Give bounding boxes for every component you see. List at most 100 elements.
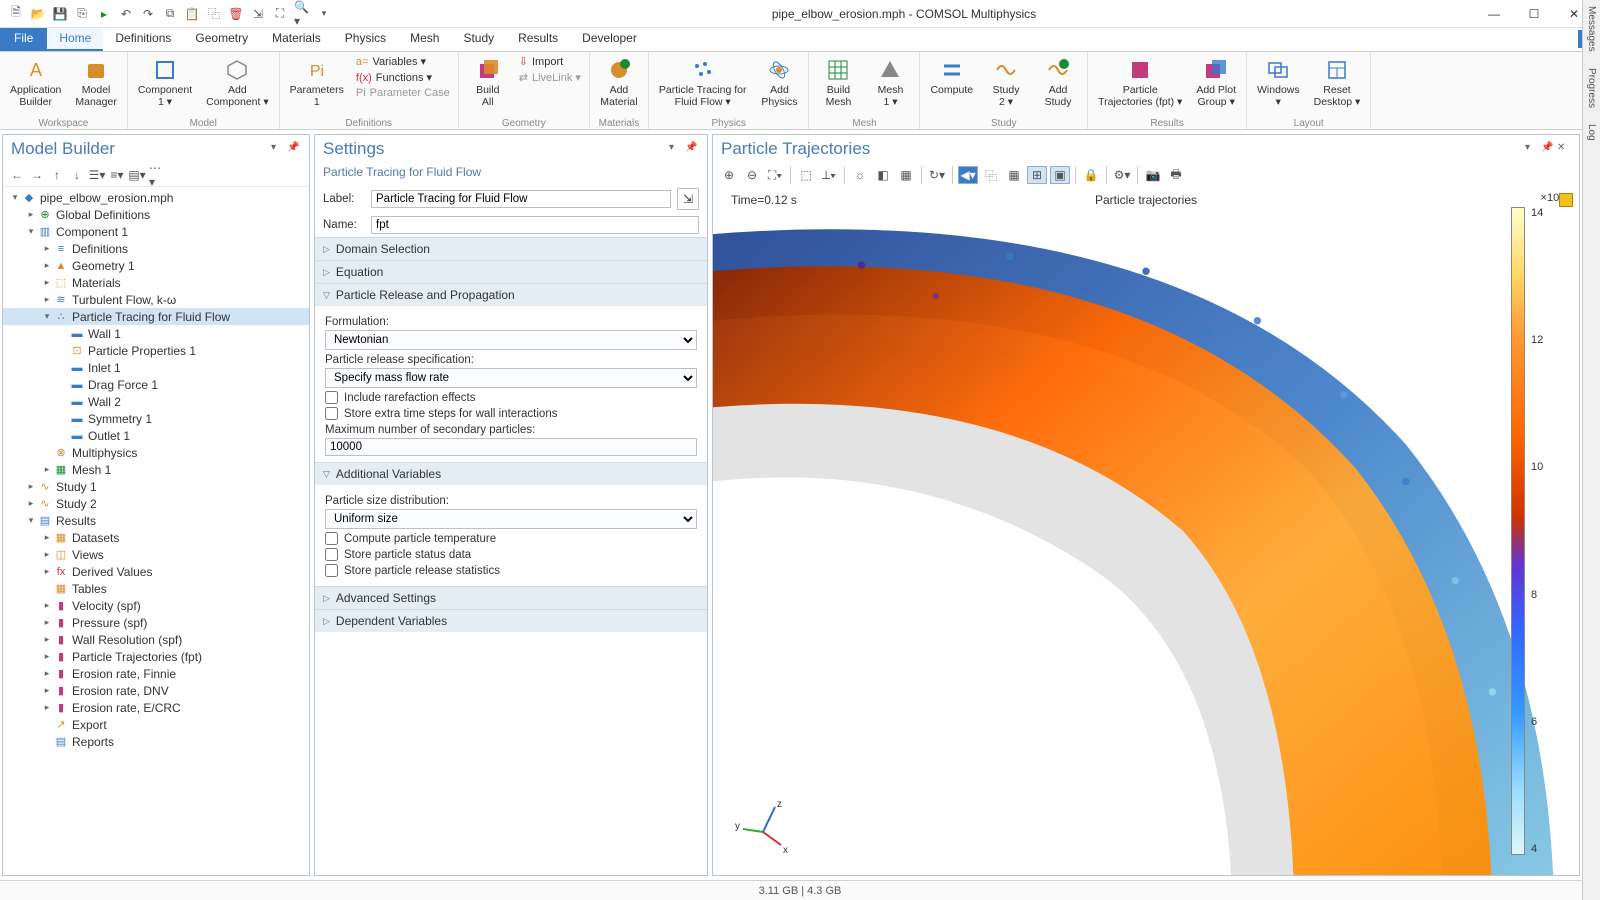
tree-toggle-icon[interactable]: ▸	[41, 549, 53, 560]
zoom-in-icon[interactable]: ⊕	[719, 166, 739, 184]
chk-status[interactable]	[325, 548, 338, 561]
tree-item[interactable]: ▬Wall 2	[3, 393, 309, 410]
qat-more-icon[interactable]: ▾	[316, 6, 332, 22]
ribbon-windows[interactable]: Windows▾	[1251, 54, 1306, 110]
size-dist-select[interactable]: Uniform size	[325, 509, 697, 529]
maximize-button[interactable]: ☐	[1524, 4, 1544, 24]
panel-menu-icon[interactable]: ▾	[1525, 142, 1539, 156]
ribbon-particle-trajectories[interactable]: ParticleTrajectories (fpt) ▾	[1092, 54, 1188, 110]
xy-view-icon[interactable]: ⟂▾	[819, 166, 839, 184]
sidebar-tab-log[interactable]: Log	[1586, 130, 1597, 140]
qat-delete-icon[interactable]: 🗑	[228, 6, 244, 22]
ribbon-livelink[interactable]: ⇄LiveLink ▾	[515, 70, 585, 85]
tab-geometry[interactable]: Geometry	[183, 28, 260, 51]
qat-open-icon[interactable]: 📂	[30, 6, 46, 22]
ribbon-build-all[interactable]: BuildAll	[463, 54, 513, 110]
tree-toggle-icon[interactable]: ▸	[41, 243, 53, 254]
rotate-icon[interactable]: ↻▾	[927, 166, 947, 184]
qat-run-icon[interactable]: ▸	[96, 6, 112, 22]
qat-undo-icon[interactable]: ↶	[118, 6, 134, 22]
qat-screenshot-icon[interactable]: ⛶	[272, 6, 288, 22]
section-equation[interactable]: ▷Equation	[315, 260, 707, 283]
tree-toggle-icon[interactable]: ▸	[25, 209, 37, 220]
qat-saveas-icon[interactable]: ⎘	[74, 6, 90, 22]
chk-release-stats[interactable]	[325, 564, 338, 577]
qat-copy-icon[interactable]: ⧉	[162, 6, 178, 22]
tree-item[interactable]: ▦Tables	[3, 580, 309, 597]
ribbon-functions[interactable]: f(x)Functions ▾	[352, 70, 454, 85]
tree-item[interactable]: ▸∿Study 1	[3, 478, 309, 495]
section-advanced-settings[interactable]: ▷Advanced Settings	[315, 586, 707, 609]
tree-item[interactable]: ▾▥Component 1	[3, 223, 309, 240]
tree-item[interactable]: ⊗Multiphysics	[3, 444, 309, 461]
panel-pin-icon[interactable]: 📌	[685, 142, 699, 156]
tree-item[interactable]: ▸▮Erosion rate, Finnie	[3, 665, 309, 682]
section-domain-selection[interactable]: ▷Domain Selection	[315, 237, 707, 260]
select-entity-icon[interactable]: ▣	[1050, 166, 1070, 184]
qat-new-icon[interactable]: 🗎	[8, 6, 24, 22]
panel-pin-icon[interactable]: 📌	[287, 142, 301, 156]
tab-materials[interactable]: Materials	[260, 28, 333, 51]
tree-item[interactable]: ▬Inlet 1	[3, 359, 309, 376]
qat-goto-icon[interactable]: ⇲	[250, 6, 266, 22]
transparency-icon[interactable]: ◧	[873, 166, 893, 184]
ribbon-add-component[interactable]: AddComponent ▾	[200, 54, 274, 110]
tree-item[interactable]: ▸≡Definitions	[3, 240, 309, 257]
tab-file[interactable]: File	[0, 28, 47, 51]
section-particle-release[interactable]: ▽Particle Release and Propagation	[315, 283, 707, 306]
tab-developer[interactable]: Developer	[570, 28, 649, 51]
ribbon-study2[interactable]: Study2 ▾	[981, 54, 1031, 110]
ribbon-import[interactable]: ⇩Import	[515, 54, 585, 69]
release-spec-select[interactable]: Specify mass flow rate	[325, 368, 697, 388]
tree-toggle-icon[interactable]: ▸	[41, 685, 53, 696]
tab-physics[interactable]: Physics	[333, 28, 398, 51]
panel-pin-icon[interactable]: 📌	[1541, 142, 1555, 156]
tree-toggle-icon[interactable]: ▸	[25, 481, 37, 492]
tree-toggle-icon[interactable]: ▸	[41, 651, 53, 662]
select-copy-icon[interactable]: ⿻	[981, 166, 1001, 184]
more-icon[interactable]: ⋯▾	[149, 167, 165, 183]
tree-toggle-icon[interactable]: ▸	[41, 294, 53, 305]
tree-item[interactable]: ▸▮Wall Resolution (spf)	[3, 631, 309, 648]
qat-paste-icon[interactable]: 📋	[184, 6, 200, 22]
tree-item[interactable]: ▬Symmetry 1	[3, 410, 309, 427]
tree-toggle-icon[interactable]: ▾	[41, 311, 53, 322]
tree-toggle-icon[interactable]: ▸	[41, 668, 53, 679]
nav-up-icon[interactable]: ↑	[49, 167, 65, 183]
panel-menu-icon[interactable]: ▾	[669, 142, 683, 156]
qat-dup-icon[interactable]: ⿻	[206, 6, 222, 22]
ribbon-parameter-case[interactable]: PiParameter Case	[352, 86, 454, 100]
panel-menu-icon[interactable]: ▾	[271, 142, 285, 156]
tree-item[interactable]: ▬Wall 1	[3, 325, 309, 342]
tree-toggle-icon[interactable]: ▸	[41, 532, 53, 543]
collapse-icon[interactable]: ☰▾	[89, 167, 105, 183]
ribbon-add-plot-group[interactable]: Add PlotGroup ▾	[1190, 54, 1242, 110]
tree-item[interactable]: ▬Drag Force 1	[3, 376, 309, 393]
lock-icon[interactable]: 🔒	[1081, 166, 1101, 184]
tree-item[interactable]: ▸≋Turbulent Flow, k-ω	[3, 291, 309, 308]
tab-definitions[interactable]: Definitions	[103, 28, 183, 51]
tree-item[interactable]: ▾∴Particle Tracing for Fluid Flow	[3, 308, 309, 325]
label-input[interactable]	[371, 190, 671, 208]
ribbon-add-physics[interactable]: AddPhysics	[754, 54, 804, 110]
formulation-select[interactable]: Newtonian	[325, 330, 697, 350]
tree-toggle-icon[interactable]: ▸	[41, 566, 53, 577]
tree-toggle-icon[interactable]: ▸	[41, 634, 53, 645]
tree-item[interactable]: ▸▮Erosion rate, E/CRC	[3, 699, 309, 716]
minimize-button[interactable]: ―	[1484, 4, 1504, 24]
chk-timesteps[interactable]	[325, 407, 338, 420]
nav-back-icon[interactable]: ←	[9, 167, 25, 183]
camera-icon[interactable]: 📷	[1143, 166, 1163, 184]
tab-results[interactable]: Results	[506, 28, 570, 51]
panel-close-icon[interactable]: ✕	[1557, 142, 1571, 156]
ribbon-component1[interactable]: Component1 ▾	[132, 54, 198, 110]
ribbon-model-manager[interactable]: ModelManager	[69, 54, 122, 110]
chk-rarefaction[interactable]	[325, 391, 338, 404]
qat-find-icon[interactable]: 🔍▾	[294, 6, 310, 22]
tab-home[interactable]: Home	[47, 28, 103, 51]
ribbon-ptff[interactable]: Particle Tracing forFluid Flow ▾	[653, 54, 753, 110]
tree-item[interactable]: ⊡Particle Properties 1	[3, 342, 309, 359]
nav-fwd-icon[interactable]: →	[29, 167, 45, 183]
max-secondary-input[interactable]	[325, 438, 697, 456]
expand-icon[interactable]: ≡▾	[109, 167, 125, 183]
